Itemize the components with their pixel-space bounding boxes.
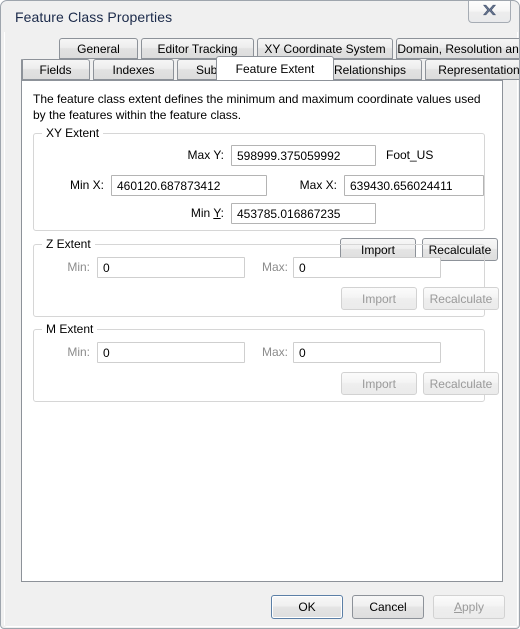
max-x-label: Max X: [299, 178, 337, 192]
tab-domain-resolution-and-tolerance[interactable]: Domain, Resolution and Tolerance [396, 38, 519, 59]
feature-class-properties-window: Feature Class Properties General Editor … [0, 0, 520, 629]
z-extent-group: Z Extent Min: Max: Import Recalculate [33, 237, 499, 317]
m-max-input[interactable] [293, 342, 441, 363]
z-min-label: Min: [67, 260, 90, 274]
z-recalculate-button[interactable]: Recalculate [423, 287, 499, 310]
tab-fields[interactable]: Fields [21, 59, 90, 80]
min-y-input[interactable] [231, 203, 376, 224]
m-import-button[interactable]: Import [341, 372, 417, 395]
min-x-input[interactable] [111, 175, 267, 196]
close-button[interactable] [468, 1, 511, 23]
tab-strip: General Editor Tracking XY Coordinate Sy… [21, 37, 519, 81]
min-x-label: Min X: [69, 178, 104, 192]
panel-description: The feature class extent defines the min… [33, 92, 481, 122]
m-recalculate-button[interactable]: Recalculate [423, 372, 499, 395]
tab-control: General Editor Tracking XY Coordinate Sy… [21, 37, 519, 582]
tab-indexes[interactable]: Indexes [93, 59, 174, 80]
ok-button[interactable]: OK [271, 595, 343, 619]
m-extent-group-label: M Extent [42, 322, 98, 336]
z-max-label: Max: [261, 260, 288, 274]
tab-feature-extent[interactable]: Feature Extent [216, 56, 334, 81]
apply-button[interactable]: Apply [433, 595, 505, 619]
max-y-input[interactable] [231, 145, 376, 166]
tab-representations[interactable]: Representations [425, 59, 519, 80]
close-icon [482, 4, 497, 19]
m-max-label: Max: [261, 345, 288, 359]
z-import-button[interactable]: Import [341, 287, 417, 310]
m-extent-group: M Extent Min: Max: Import Recalculate [33, 322, 499, 402]
tab-general[interactable]: General [59, 38, 138, 59]
m-min-input[interactable] [97, 342, 245, 363]
tab-spacer [21, 59, 23, 80]
z-min-input[interactable] [97, 257, 245, 278]
xy-extent-group-label: XY Extent [42, 126, 104, 140]
xy-unit-label: Foot_US [386, 148, 434, 162]
m-min-label: Min: [67, 345, 90, 359]
z-max-input[interactable] [293, 257, 441, 278]
max-x-input[interactable] [344, 175, 484, 196]
xy-extent-group: XY Extent Max Y: Foot_US Min X: Max X: M… [33, 126, 485, 231]
z-extent-group-label: Z Extent [42, 237, 95, 251]
title-bar: Feature Class Properties [2, 1, 519, 32]
min-y-label: Min Y: [190, 206, 224, 220]
max-y-label: Max Y: [187, 148, 224, 162]
window-title: Feature Class Properties [15, 9, 173, 25]
feature-extent-panel: The feature class extent defines the min… [21, 80, 503, 582]
cancel-button[interactable]: Cancel [352, 595, 424, 619]
dialog-button-bar: OK Cancel Apply [5, 582, 517, 626]
dialog-body: General Editor Tracking XY Coordinate Sy… [5, 32, 519, 626]
